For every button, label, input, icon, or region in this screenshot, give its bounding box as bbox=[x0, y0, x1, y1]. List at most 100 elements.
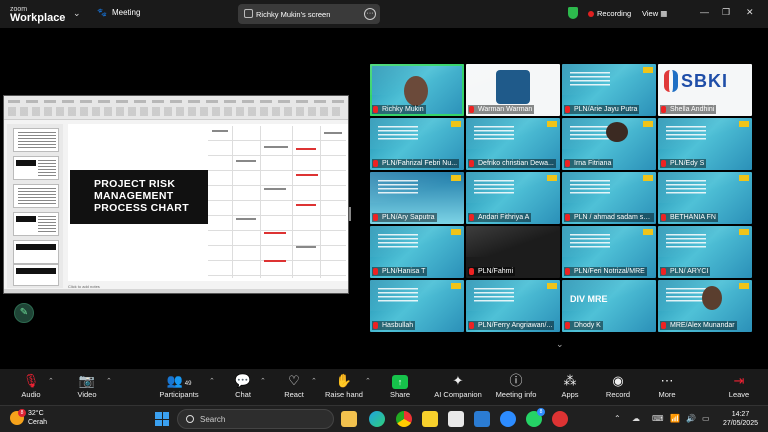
mic-muted-icon bbox=[469, 322, 474, 329]
participant-tile[interactable]: Hasbullah bbox=[370, 280, 464, 332]
weather-badge: 8 bbox=[18, 409, 26, 417]
participant-tile[interactable]: DIV MRE Dhody K bbox=[562, 280, 656, 332]
ai-companion-button[interactable]: ✦ AI Companion bbox=[427, 372, 489, 399]
participant-tile[interactable]: Andari Fithriya A bbox=[466, 172, 560, 224]
keyboard-icon[interactable]: ⌨ bbox=[652, 414, 664, 423]
participant-tile[interactable]: PLN/Edy S bbox=[658, 118, 752, 170]
participant-tile[interactable]: PLN/Arie Jayu Putra bbox=[562, 64, 656, 116]
mic-muted-icon bbox=[565, 106, 570, 113]
taskbar-search[interactable]: Search bbox=[177, 409, 334, 429]
info-icon: ⓘ bbox=[509, 373, 523, 388]
ppt-ribbon bbox=[4, 96, 348, 120]
participant-tile[interactable]: SBKI Shella Andhini bbox=[658, 64, 752, 116]
cloud-icon[interactable]: ☁ bbox=[632, 414, 640, 423]
chevron-down-icon[interactable]: ⌄ bbox=[73, 8, 81, 19]
tile-background bbox=[466, 226, 560, 258]
participant-tile[interactable]: Irna Fitriana bbox=[562, 118, 656, 170]
shared-slide-text bbox=[474, 288, 514, 302]
participant-tile[interactable]: BETHANIA FN bbox=[658, 172, 752, 224]
sparkle-icon: ✦ bbox=[452, 373, 464, 388]
participant-tile[interactable]: PLN/Ferry Angriawan/... bbox=[466, 280, 560, 332]
process-chart-table bbox=[208, 126, 346, 278]
more-button[interactable]: ⋯ More bbox=[636, 372, 698, 399]
participant-name: PLN/Fahmi bbox=[468, 267, 516, 276]
edge-icon[interactable] bbox=[369, 411, 385, 427]
table-text bbox=[236, 218, 256, 220]
participant-name: PLN/Ferry Angriawan/... bbox=[468, 321, 555, 330]
sticky-notes-icon[interactable] bbox=[422, 411, 438, 427]
annotate-pencil-icon[interactable]: ✎ bbox=[14, 303, 34, 323]
participant-tile[interactable]: PLN / ahmad sadam sy... bbox=[562, 172, 656, 224]
video-caret-icon[interactable]: ⌃ bbox=[106, 377, 112, 385]
mic-muted-icon bbox=[469, 214, 474, 221]
shared-slide-text bbox=[378, 126, 418, 140]
mic-muted-icon bbox=[469, 160, 474, 167]
meeting-info-button[interactable]: ⓘ Meeting info bbox=[485, 372, 547, 399]
audio-label: Audio bbox=[21, 390, 41, 399]
participant-tile[interactable]: PLN/Fahrizal Febri Nu... bbox=[370, 118, 464, 170]
pln-logo-icon bbox=[547, 283, 557, 289]
split-handle[interactable] bbox=[349, 207, 351, 221]
div-mre-text: DIV MRE bbox=[570, 294, 608, 304]
shared-slide-text bbox=[570, 234, 610, 248]
view-button[interactable]: View ▦ bbox=[642, 9, 667, 18]
participant-name: PLN/Hanisa T bbox=[372, 267, 428, 276]
restore-icon[interactable]: ❐ bbox=[722, 7, 730, 18]
zoom-app-icon[interactable] bbox=[500, 411, 516, 427]
slide-thumbnail[interactable] bbox=[13, 184, 59, 208]
share-button[interactable]: ↑ Share bbox=[369, 372, 431, 399]
participant-tile[interactable]: PLN/Ary Saputra bbox=[370, 172, 464, 224]
grid-view-icon: ▦ bbox=[660, 9, 668, 18]
volume-icon[interactable]: 🔊 bbox=[686, 414, 696, 423]
windows-start-icon[interactable] bbox=[155, 412, 169, 426]
participant-tile[interactable]: Defriko christian Dewa... bbox=[466, 118, 560, 170]
table-column-line bbox=[232, 126, 233, 278]
participants-button[interactable]: 👥 49 Participants bbox=[148, 372, 210, 399]
meeting-menu[interactable]: 🐾 Meeting bbox=[97, 8, 140, 17]
participant-tile[interactable]: Warman Warman bbox=[466, 64, 560, 116]
participant-tile[interactable]: PLN/Hanisa T bbox=[370, 226, 464, 278]
clock[interactable]: 14:27 27/05/2025 bbox=[723, 410, 758, 428]
participant-tile[interactable]: MRE/Alex Munandar bbox=[658, 280, 752, 332]
file-explorer-icon[interactable] bbox=[341, 411, 357, 427]
shared-screen-indicator[interactable]: Richky Mukin's screen ··· bbox=[238, 4, 380, 24]
whatsapp-icon[interactable]: 8 bbox=[526, 408, 545, 427]
mic-muted-icon bbox=[661, 268, 666, 275]
shared-presentation[interactable]: PROJECT RISK MANAGEMENT PROCESS CHART Cl… bbox=[3, 95, 349, 294]
media-icon[interactable] bbox=[448, 411, 464, 427]
chevron-down-icon[interactable]: ⌄ bbox=[556, 339, 564, 350]
audio-caret-icon[interactable]: ⌃ bbox=[48, 377, 54, 385]
minimize-icon[interactable]: — bbox=[700, 7, 709, 17]
encryption-shield-icon[interactable] bbox=[568, 7, 578, 19]
chevron-up-icon[interactable]: ⌃ bbox=[614, 414, 621, 423]
table-text bbox=[296, 246, 316, 248]
pln-logo-icon bbox=[643, 67, 653, 73]
slide-thumbnail[interactable] bbox=[13, 128, 59, 152]
recording-label: Recording bbox=[597, 9, 632, 18]
participant-tile[interactable]: PLN/Feri Notrizal/MRE bbox=[562, 226, 656, 278]
paw-icon: 🐾 bbox=[97, 8, 107, 17]
battery-icon[interactable]: ▭ bbox=[702, 414, 710, 423]
slide-thumbnail[interactable] bbox=[13, 156, 59, 180]
slide-thumbnail[interactable] bbox=[13, 212, 59, 236]
chrome-icon[interactable] bbox=[396, 411, 412, 427]
leave-button[interactable]: ⇥ Leave bbox=[708, 372, 768, 399]
participant-name: PLN/ ARYCI bbox=[660, 267, 711, 276]
slide-thumbnail[interactable] bbox=[13, 264, 59, 286]
app-icon[interactable] bbox=[552, 411, 568, 427]
close-icon[interactable]: ✕ bbox=[746, 7, 754, 18]
thumbnail-lines bbox=[18, 188, 56, 204]
participant-tile[interactable]: PLN/ ARYCI bbox=[658, 226, 752, 278]
more-options-icon[interactable]: ··· bbox=[364, 8, 376, 20]
table-text bbox=[296, 174, 318, 176]
participant-name: PLN/Feri Notrizal/MRE bbox=[564, 267, 647, 276]
participant-tile[interactable]: PLN/Fahmi bbox=[466, 226, 560, 278]
slide-thumbnail[interactable] bbox=[13, 240, 59, 264]
wifi-icon[interactable]: 📶 bbox=[670, 414, 680, 423]
participant-tile[interactable]: Richky Mukin bbox=[370, 64, 464, 116]
weather-widget[interactable]: 8 32°C Cerah bbox=[10, 409, 47, 427]
recording-indicator[interactable]: Recording bbox=[588, 9, 631, 18]
todo-icon[interactable] bbox=[474, 411, 490, 427]
slide-thumbnails[interactable] bbox=[7, 124, 63, 288]
slide-title-line2: MANAGEMENT bbox=[94, 190, 174, 202]
